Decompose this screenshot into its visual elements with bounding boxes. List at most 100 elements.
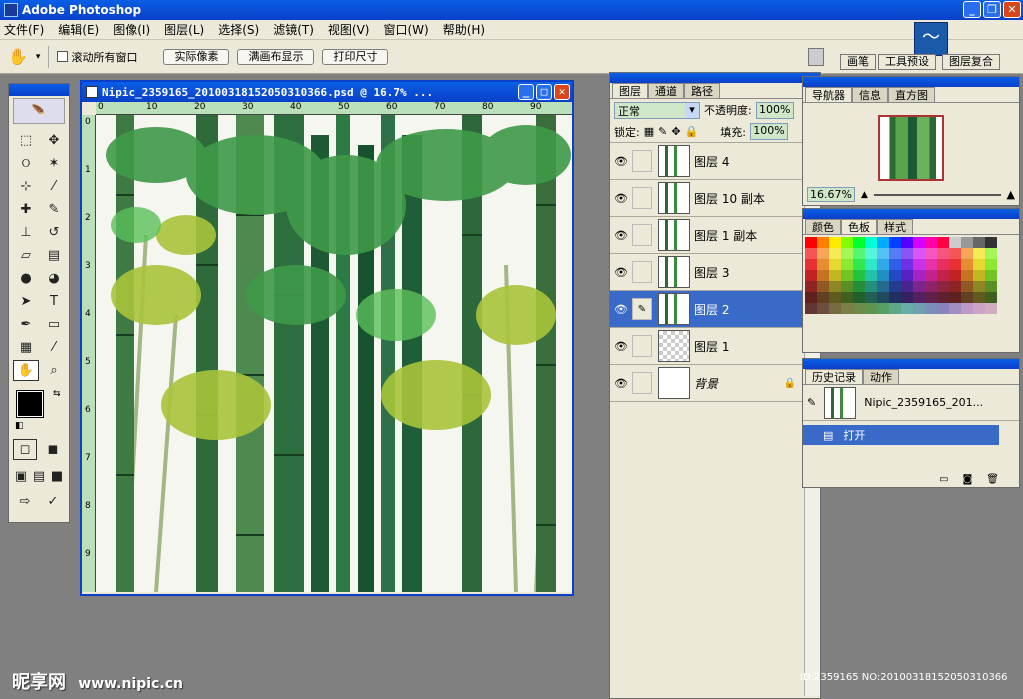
color-swatch[interactable] <box>985 270 997 281</box>
color-swatch[interactable] <box>913 237 925 248</box>
color-swatch[interactable] <box>961 292 973 303</box>
color-swatch[interactable] <box>901 292 913 303</box>
history-panel-header[interactable] <box>803 359 1019 369</box>
color-swatch[interactable] <box>925 259 937 270</box>
color-swatch[interactable] <box>985 303 997 314</box>
history-brush-icon[interactable]: ✎ <box>807 396 816 409</box>
slice-tool-icon[interactable]: ⁄ <box>41 176 67 197</box>
history-brush-tool-icon[interactable]: ↺ <box>41 222 67 243</box>
layer-row-selected[interactable]: 👁 ✎ 图层 2 <box>610 291 802 328</box>
zoom-value[interactable]: 16.67% <box>807 187 855 202</box>
well-tab-layer-comps[interactable]: 图层复合 <box>942 54 1000 70</box>
new-document-icon[interactable]: ▭ <box>939 474 948 485</box>
color-swatch[interactable] <box>805 248 817 259</box>
color-swatch[interactable] <box>853 281 865 292</box>
menu-layer[interactable]: 图层(L) <box>164 21 204 38</box>
tab-color[interactable]: 颜色 <box>805 219 841 234</box>
color-swatch[interactable] <box>817 281 829 292</box>
color-swatch[interactable] <box>913 292 925 303</box>
color-swatch[interactable] <box>901 248 913 259</box>
menu-file[interactable]: 文件(F) <box>4 21 44 38</box>
path-selection-tool-icon[interactable]: ➤ <box>13 291 39 312</box>
color-swatch[interactable] <box>877 248 889 259</box>
chevron-down-icon[interactable]: ▾ <box>685 102 699 118</box>
color-swatch[interactable] <box>937 303 949 314</box>
color-swatch[interactable] <box>877 303 889 314</box>
color-swatch[interactable] <box>841 259 853 270</box>
color-swatch[interactable] <box>961 237 973 248</box>
feather-logo-icon[interactable]: 🪶 <box>13 98 65 124</box>
eye-icon[interactable]: 👁 <box>610 377 632 390</box>
color-swatch[interactable] <box>817 292 829 303</box>
brush-tool-icon[interactable]: ✎ <box>41 199 67 220</box>
color-swatch[interactable] <box>817 270 829 281</box>
color-swatch[interactable] <box>949 259 961 270</box>
tab-info[interactable]: 信息 <box>852 87 888 102</box>
magic-wand-tool-icon[interactable]: ✶ <box>41 153 67 174</box>
standard-mode-icon[interactable]: ◻ <box>13 439 38 460</box>
color-swatch[interactable] <box>877 259 889 270</box>
color-swatch[interactable] <box>841 270 853 281</box>
color-swatch[interactable] <box>877 270 889 281</box>
color-swatch[interactable] <box>805 292 817 303</box>
tool-preset-dropdown[interactable]: ▾ <box>36 52 41 62</box>
color-swatch[interactable] <box>829 237 841 248</box>
tab-history[interactable]: 历史记录 <box>805 369 863 384</box>
link-slot[interactable] <box>632 335 652 357</box>
color-swatch[interactable] <box>925 270 937 281</box>
trash-icon[interactable]: 🗑 <box>986 474 999 485</box>
snapshot-icon[interactable]: ◙ <box>963 474 973 485</box>
layer-row[interactable]: 👁 图层 3 <box>610 254 802 291</box>
move-tool-icon[interactable]: ✥ <box>41 130 67 151</box>
hand-tool-icon-selected[interactable]: ✋ <box>13 360 39 381</box>
color-swatch[interactable] <box>901 303 913 314</box>
fit-screen-button[interactable]: 满画布显示 <box>237 48 315 65</box>
color-swatch[interactable] <box>913 259 925 270</box>
file-browser-icon[interactable] <box>808 48 824 66</box>
fill-input[interactable]: 100% <box>749 123 788 140</box>
eye-icon[interactable]: 👁 <box>610 266 632 279</box>
tab-paths[interactable]: 路径 <box>684 83 720 98</box>
tab-navigator[interactable]: 导航器 <box>805 87 852 102</box>
color-swatch[interactable] <box>853 248 865 259</box>
color-swatch[interactable] <box>973 281 985 292</box>
color-swatch[interactable] <box>889 292 901 303</box>
tab-channels[interactable]: 通道 <box>648 83 684 98</box>
screen-mode-standard-icon[interactable]: ▣ <box>13 466 29 487</box>
color-swatch[interactable] <box>805 259 817 270</box>
color-swatch[interactable] <box>961 270 973 281</box>
color-swatch[interactable] <box>853 259 865 270</box>
tab-actions[interactable]: 动作 <box>863 369 899 384</box>
lock-pixels-icon[interactable]: ✎ <box>658 125 667 138</box>
color-swatch[interactable] <box>925 237 937 248</box>
color-swatch[interactable] <box>925 248 937 259</box>
actual-pixels-button[interactable]: 实际像素 <box>163 48 230 65</box>
type-tool-icon[interactable]: T <box>41 291 67 312</box>
opacity-input[interactable]: 100% <box>755 101 794 119</box>
gradient-tool-icon[interactable]: ▤ <box>41 245 67 266</box>
color-swatch[interactable] <box>829 292 841 303</box>
layer-row[interactable]: 👁 图层 1 <box>610 328 802 365</box>
marquee-tool-icon[interactable]: ⬚ <box>13 130 39 151</box>
layers-panel-header[interactable] <box>610 73 820 83</box>
color-swatch[interactable] <box>865 270 877 281</box>
color-swatch[interactable] <box>973 248 985 259</box>
dodge-tool-icon[interactable]: ◕ <box>41 268 67 289</box>
color-swatch[interactable] <box>985 259 997 270</box>
color-swatch[interactable] <box>901 270 913 281</box>
color-swatch[interactable] <box>985 292 997 303</box>
restore-button[interactable]: ❐ <box>983 1 1001 18</box>
color-swatch[interactable] <box>877 237 889 248</box>
color-swatch[interactable] <box>841 248 853 259</box>
hand-tool-icon[interactable]: ✋ <box>8 47 28 66</box>
link-slot[interactable] <box>632 261 652 283</box>
tab-layers[interactable]: 图层 <box>612 83 648 98</box>
color-swatch[interactable] <box>973 259 985 270</box>
color-swatch[interactable] <box>841 237 853 248</box>
color-swatch[interactable] <box>973 292 985 303</box>
link-slot[interactable] <box>632 150 652 172</box>
color-swatch[interactable] <box>877 292 889 303</box>
color-swatch[interactable] <box>853 237 865 248</box>
menu-edit[interactable]: 编辑(E) <box>58 21 99 38</box>
color-swatch[interactable] <box>901 259 913 270</box>
